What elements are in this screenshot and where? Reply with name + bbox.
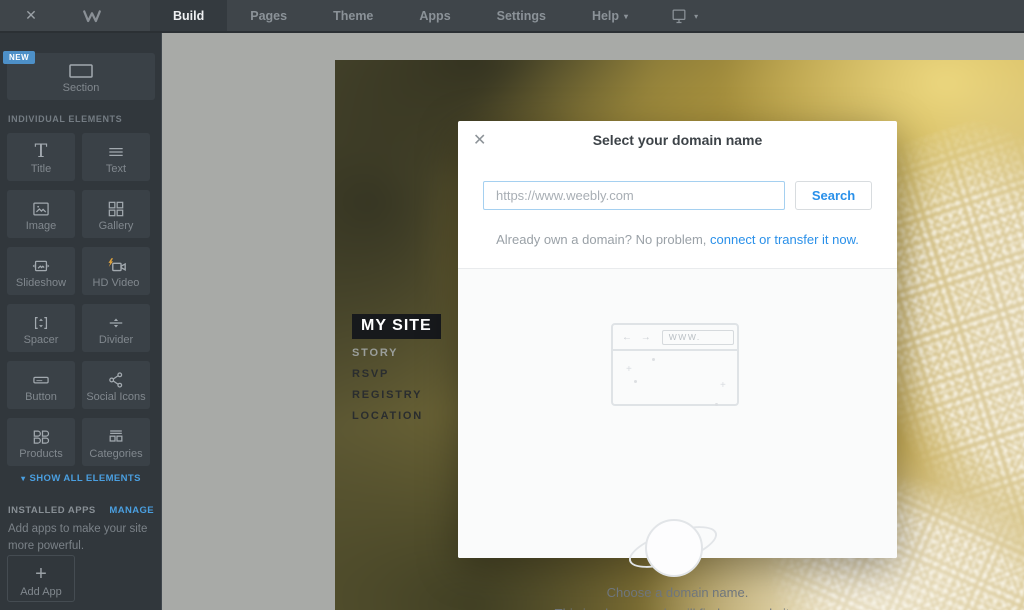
elements-sidebar: NEW Section INDIVIDUAL ELEMENTS T Title …	[0, 33, 162, 610]
image-icon	[30, 197, 52, 220]
section-icon	[68, 60, 94, 82]
tile-label: Gallery	[99, 220, 134, 232]
gallery-icon	[105, 197, 127, 220]
text-icon	[105, 140, 127, 163]
title-icon: T	[35, 140, 48, 163]
address-bar: WWW.	[662, 330, 734, 345]
new-badge: NEW	[3, 51, 35, 64]
sparkle-plus-icon: +	[626, 365, 632, 375]
site-nav-menu: STORY RSVP REGISTRY LOCATION	[352, 347, 423, 431]
top-bar: ✕ Build Pages Theme Apps Settings Help ▾…	[0, 0, 1024, 33]
tile-label: Button	[25, 391, 57, 403]
caption-line-1: Choose a domain name.	[458, 582, 897, 603]
element-tile-categories[interactable]: Categories	[82, 418, 150, 466]
show-all-elements-link[interactable]: ▾ SHOW ALL ELEMENTS	[0, 473, 162, 484]
site-nav-item-location[interactable]: LOCATION	[352, 410, 423, 422]
tile-label: Section	[63, 82, 100, 94]
sparkle-dot	[634, 380, 637, 383]
element-tile-hd-video[interactable]: HD Video	[82, 247, 150, 295]
sparkle-dot	[652, 358, 655, 361]
device-preview-menu[interactable]: ▾	[669, 0, 698, 31]
site-nav-item-rsvp[interactable]: RSVP	[352, 368, 423, 380]
button-icon	[29, 368, 53, 391]
close-editor-icon[interactable]: ✕	[0, 0, 62, 31]
site-nav-item-registry[interactable]: REGISTRY	[352, 389, 423, 401]
connect-transfer-link[interactable]: connect or transfer it now.	[710, 232, 859, 247]
tile-label: Add App	[20, 586, 62, 598]
tab-help[interactable]: Help ▾	[569, 0, 651, 31]
tile-label: Text	[106, 163, 126, 175]
tile-label: Image	[26, 220, 57, 232]
monitor-icon	[669, 6, 689, 26]
element-tile-title[interactable]: T Title	[7, 133, 75, 181]
tab-settings[interactable]: Settings	[474, 0, 569, 31]
tile-label: Spacer	[24, 334, 59, 346]
element-tile-spacer[interactable]: Spacer	[7, 304, 75, 352]
add-app-tile[interactable]: + Add App	[7, 555, 75, 602]
chevron-down-icon: ▾	[694, 12, 698, 21]
tile-label: Categories	[89, 448, 142, 460]
back-forward-arrows-icon: ← →	[622, 332, 654, 343]
top-nav-tabs: Build Pages Theme Apps Settings Help ▾	[150, 0, 651, 31]
tile-label: Slideshow	[16, 277, 66, 289]
social-icons-icon	[105, 368, 127, 391]
element-tile-products[interactable]: Products	[7, 418, 75, 466]
domain-search-input[interactable]	[483, 181, 785, 210]
sparkle-dot	[715, 403, 718, 406]
tile-label: Products	[19, 448, 62, 460]
weebly-w-icon	[80, 5, 104, 27]
tile-label: Title	[31, 163, 51, 175]
tab-help-label: Help	[592, 9, 619, 23]
tab-theme[interactable]: Theme	[310, 0, 396, 31]
sparkle-plus-icon: +	[720, 381, 726, 391]
tile-label: Social Icons	[86, 391, 145, 403]
weebly-editor: ✕ Build Pages Theme Apps Settings Help ▾…	[0, 0, 1024, 610]
element-tile-divider[interactable]: Divider	[82, 304, 150, 352]
own-domain-text: Already own a domain? No problem,	[496, 232, 710, 247]
caption-line-2: This is where people will find your webs…	[458, 603, 897, 610]
installed-apps-header: INSTALLED APPS	[8, 505, 96, 516]
products-icon	[29, 425, 53, 448]
element-tile-button[interactable]: Button	[7, 361, 75, 409]
chevron-down-icon: ▾	[21, 474, 25, 483]
plus-icon: +	[35, 563, 47, 586]
chevron-down-icon: ▾	[624, 12, 628, 21]
site-nav-item-story[interactable]: STORY	[352, 347, 423, 359]
installed-apps-description: Add apps to make your site more powerful…	[8, 521, 156, 555]
element-tile-gallery[interactable]: Gallery	[82, 190, 150, 238]
hd-video-icon	[103, 254, 129, 277]
browser-toolbar: ← → WWW.	[613, 325, 737, 351]
search-button[interactable]: Search	[795, 181, 872, 210]
divider-icon	[105, 311, 127, 334]
weebly-logo[interactable]	[62, 0, 122, 31]
element-tile-slideshow[interactable]: Slideshow	[7, 247, 75, 295]
spacer-icon	[30, 311, 52, 334]
tab-pages[interactable]: Pages	[227, 0, 310, 31]
tab-apps[interactable]: Apps	[396, 0, 473, 31]
categories-icon	[105, 425, 127, 448]
modal-bottom-section: ← → WWW. + + Choose a domain name. This …	[458, 268, 897, 558]
planet-icon	[645, 519, 703, 577]
own-domain-row: Already own a domain? No problem, connec…	[458, 232, 897, 247]
slideshow-icon	[29, 254, 53, 277]
installed-apps-header-row: INSTALLED APPS MANAGE	[8, 505, 154, 516]
elements-grid: T Title Text Image Gallery	[7, 133, 150, 466]
show-all-elements-label: SHOW ALL ELEMENTS	[30, 473, 141, 484]
modal-title: Select your domain name	[458, 132, 897, 148]
manage-apps-link[interactable]: MANAGE	[109, 505, 154, 516]
element-tile-text[interactable]: Text	[82, 133, 150, 181]
element-tile-image[interactable]: Image	[7, 190, 75, 238]
modal-caption: Choose a domain name. This is where peop…	[458, 582, 897, 610]
select-domain-modal: ✕ Select your domain name Search Already…	[458, 121, 897, 558]
tile-label: Divider	[99, 334, 133, 346]
element-tile-social-icons[interactable]: Social Icons	[82, 361, 150, 409]
site-brand-logo[interactable]: MY SITE	[352, 314, 441, 339]
tab-build[interactable]: Build	[150, 0, 227, 31]
individual-elements-header: INDIVIDUAL ELEMENTS	[8, 114, 122, 124]
tile-label: HD Video	[93, 277, 140, 289]
